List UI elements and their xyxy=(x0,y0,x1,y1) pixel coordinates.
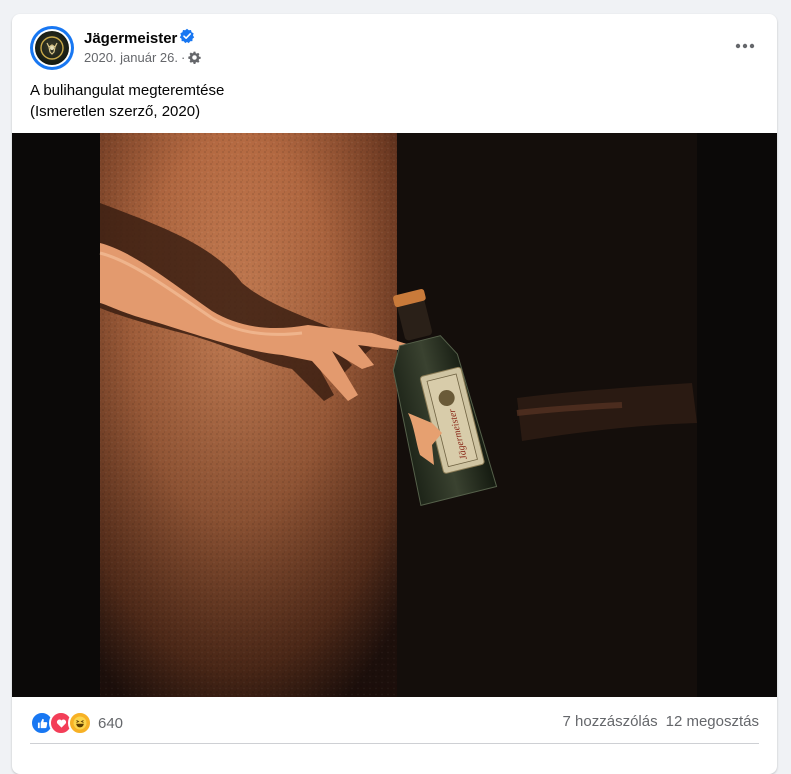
comments-count-link[interactable]: 7 hozzászólás xyxy=(563,713,658,730)
post-stats: 7 hozzászólás 12 megosztás xyxy=(563,713,759,730)
stag-logo-icon xyxy=(35,31,69,65)
caption-line-2: (Ismeretlen szerző, 2020) xyxy=(30,103,201,120)
post-footer: 640 7 hozzászólás 12 megosztás xyxy=(12,697,777,757)
more-options-icon xyxy=(735,43,755,49)
shares-count-link[interactable]: 12 megosztás xyxy=(666,713,759,730)
haha-icon xyxy=(68,711,92,735)
more-options-button[interactable] xyxy=(727,32,763,60)
reaction-count: 640 xyxy=(98,714,124,732)
meta-separator: · xyxy=(180,50,186,65)
verified-badge-icon xyxy=(179,28,195,44)
post-header: Jägermeister 2020. január 26. · xyxy=(12,14,777,84)
page-name-link[interactable]: Jägermeister xyxy=(84,30,177,47)
post-date-link[interactable]: 2020. január 26. xyxy=(84,50,178,65)
post-caption: A bulihangulat megteremtése (Ismeretlen … xyxy=(30,80,750,122)
footer-divider xyxy=(30,743,759,744)
page-avatar[interactable] xyxy=(30,26,74,70)
post-photo[interactable]: Jägermeister xyxy=(12,133,777,697)
post-meta: 2020. január 26. · xyxy=(84,50,201,65)
gear-icon[interactable] xyxy=(188,51,201,64)
reactions-summary[interactable]: 640 xyxy=(30,711,123,735)
post-card: Jägermeister 2020. január 26. · A buliha… xyxy=(12,14,777,774)
caption-line-1: A bulihangulat megteremtése xyxy=(30,82,225,99)
photo-bottle-hand-scene: Jägermeister xyxy=(12,133,777,697)
